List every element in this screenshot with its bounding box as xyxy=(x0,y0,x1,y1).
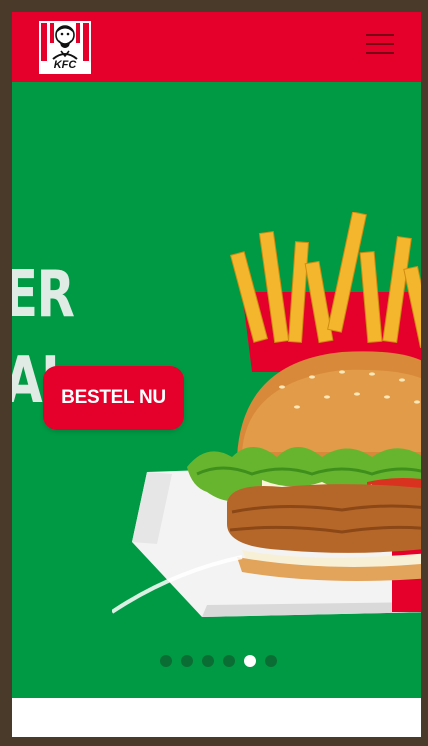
carousel-dot-6[interactable] xyxy=(265,655,277,667)
carousel-dot-3[interactable] xyxy=(202,655,214,667)
content-area xyxy=(12,698,421,737)
carousel-dot-2[interactable] xyxy=(181,655,193,667)
kfc-logo[interactable]: KFC xyxy=(39,21,91,74)
app-frame: KFC ER AL xyxy=(12,12,421,737)
hero-headline-line-1: ER xyxy=(12,258,75,332)
order-now-button[interactable]: BESTEL NU xyxy=(43,366,184,430)
hamburger-menu-icon[interactable] xyxy=(366,32,394,56)
top-header: KFC xyxy=(12,12,421,82)
carousel-dot-4[interactable] xyxy=(223,655,235,667)
carousel-dot-5-active[interactable] xyxy=(244,655,256,667)
carousel-dot-1[interactable] xyxy=(160,655,172,667)
logo-wordmark: KFC xyxy=(53,59,77,71)
hero-carousel: ER AL xyxy=(12,82,421,698)
carousel-pagination xyxy=(160,655,277,667)
